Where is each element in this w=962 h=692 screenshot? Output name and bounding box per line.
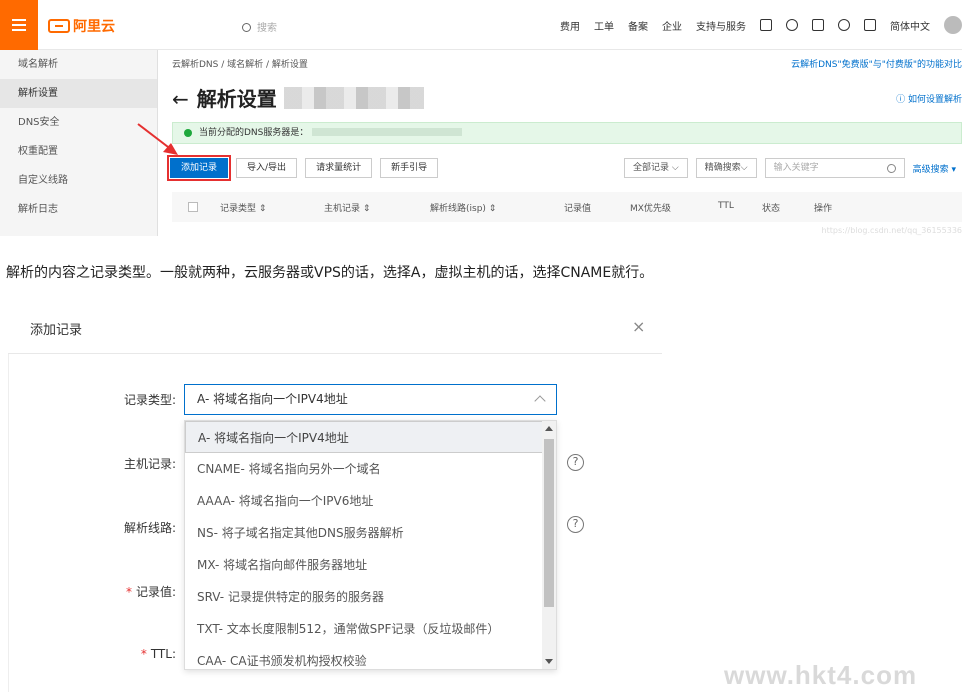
top-nav: 费用 工单 备案 企业 支持与服务 简体中文 [560,0,962,50]
add-record-dialog: 添加记录 × 记录类型: 主机记录: 解析线路: * 记录值: * TTL: ? ?… [8,302,662,692]
host-help-icon[interactable]: ? [567,454,584,471]
search-icon [242,23,251,32]
ttl-label: * TTL: [140,647,176,661]
terminal-icon[interactable] [760,19,772,31]
option-mx[interactable]: MX- 将域名指向邮件服务器地址 [185,549,556,581]
nav-support[interactable]: 支持与服务 [696,18,746,33]
chevron-up-icon [534,395,546,407]
scroll-up-icon[interactable] [545,426,553,431]
language-switch[interactable]: 简体中文 [890,18,930,33]
record-filters: 全部记录 ⌵ 精确搜索⌵ 输入关键字 高级搜索 ▾ [624,158,962,178]
dialog-divider [8,353,662,354]
option-aaaa[interactable]: AAAA- 将域名指向一个IPV6地址 [185,485,556,517]
help-icon[interactable] [838,19,850,31]
option-srv[interactable]: SRV- 记录提供特定的服务的服务器 [185,581,556,613]
avatar[interactable] [944,16,962,34]
top-search[interactable]: 搜索 [242,19,277,34]
option-cname[interactable]: CNAME- 将域名指向另外一个域名 [185,453,556,485]
nav-tickets[interactable]: 工单 [594,18,614,33]
red-arrow-annotation [137,123,178,155]
col-line[interactable]: 解析线路(isp) ⇕ [430,201,496,214]
dialog-title: 添加记录 [30,323,83,338]
nav-fees[interactable]: 费用 [560,18,580,33]
line-label: 解析线路: [123,521,176,535]
col-ttl: TTL [718,201,734,211]
request-stats-button[interactable]: 请求量统计 [305,158,373,178]
col-host[interactable]: 主机记录 ⇕ [324,201,370,214]
dropdown-scrollbar[interactable] [542,421,556,669]
record-type-dropdown: A- 将域名指向一个IPV4地址 CNAME- 将域名指向另外一个域名 AAAA… [184,420,557,670]
blurred-domain [284,87,424,109]
console-screenshot: 阿里云 搜索 费用 工单 备案 企业 支持与服务 简体中文 域名解析 解析设置 … [0,0,962,236]
required-mark: * [125,585,132,599]
col-record-type[interactable]: 记录类型 ⇕ [220,201,266,214]
col-value: 记录值 [564,204,592,214]
host-label: 主机记录: [123,457,176,471]
col-actions: 操作 [814,204,833,214]
scroll-down-icon[interactable] [545,659,553,664]
option-txt[interactable]: TXT- 文本长度限制512，通常做SPF记录（反垃圾邮件） [185,613,556,645]
help-link[interactable]: ⓘ 如何设置解析 [896,92,962,105]
records-table-header: 记录类型 ⇕ 主机记录 ⇕ 解析线路(isp) ⇕ 记录值 MX优先级 TTL … [172,192,962,222]
option-caa[interactable]: CAA- CA证书颁发机构授权校验 [185,645,556,669]
keyword-input[interactable]: 输入关键字 [764,158,905,178]
console-main: 云解析DNS / 域名解析 / 解析设置 云解析DNS"免费版"与"付费版"的功… [158,50,962,236]
article-text: 解析的内容之记录类型。一般就两种，云服务器或VPS的话，选择A，虚拟主机的话，选… [6,265,654,281]
blurred-dns-servers [312,128,463,136]
col-mx: MX优先级 [630,204,671,214]
required-mark: * [140,647,147,661]
import-export-button[interactable]: 导入/导出 [236,158,298,178]
col-status: 状态 [762,204,781,214]
promo-link[interactable]: 云解析DNS"免费版"与"付费版"的功能对比 [791,57,962,70]
option-ns[interactable]: NS- 将子域名指定其他DNS服务器解析 [185,517,556,549]
record-type-select[interactable]: A- 将域名指向一个IPV4地址 [184,384,557,415]
cart-icon[interactable] [812,19,824,31]
exact-search-select[interactable]: 精确搜索⌵ [695,158,757,178]
all-records-select[interactable]: 全部记录 ⌵ [624,158,688,178]
nav-filing[interactable]: 备案 [628,18,648,33]
line-help-icon[interactable]: ? [567,516,584,533]
record-type-label: 记录类型: [123,393,176,407]
value-label: * 记录值: [125,585,176,599]
select-all-checkbox[interactable] [188,202,198,212]
sidebar-item-resolution-log[interactable]: 解析日志 [0,195,157,224]
bell-icon[interactable] [786,19,798,31]
dns-server-notice: 当前分配的DNS服务器是： [172,122,962,144]
site-watermark: www.hkt4.com [724,660,918,690]
scrollbar-thumb[interactable] [544,439,554,607]
option-a[interactable]: A- 将域名指向一个IPV4地址 [185,421,556,453]
dialog-edge [8,354,9,692]
nav-enterprise[interactable]: 企业 [662,18,682,33]
guide-button[interactable]: 新手引导 [380,158,439,178]
close-icon[interactable]: × [632,319,645,335]
advanced-search-link[interactable]: 高级搜索 ▾ [913,162,962,175]
home-icon[interactable] [864,19,876,31]
csdn-watermark: https://blog.csdn.net/qq_36155336 [821,226,962,235]
